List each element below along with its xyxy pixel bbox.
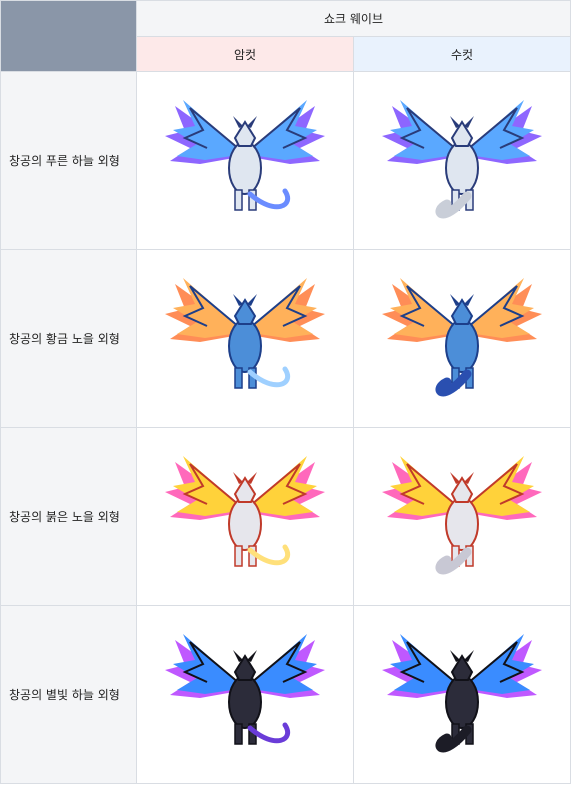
female-skin-cell [136, 249, 354, 428]
skin-table: 쇼크 웨이브 암컷 수컷 창공의 푸른 하늘 외형 창공의 황금 노을 외형 창… [0, 0, 571, 784]
table-row: 창공의 푸른 하늘 외형 [0, 71, 571, 250]
table-body: 창공의 푸른 하늘 외형 창공의 황금 노을 외형 창공의 붉은 노을 외형 창… [0, 71, 571, 784]
blue-sky-dragon-female-icon [165, 99, 325, 211]
female-skin-cell [136, 71, 354, 250]
red-sunset-dragon-male-icon [382, 455, 542, 574]
table-corner [0, 0, 137, 72]
table-row: 창공의 별빛 하늘 외형 [0, 605, 571, 784]
red-sunset-dragon-female-icon [165, 455, 325, 567]
starlight-sky-dragon-female-icon [165, 633, 325, 745]
skin-name-label: 창공의 푸른 하늘 외형 [0, 71, 137, 250]
male-skin-cell [353, 71, 571, 250]
male-skin-cell [353, 249, 571, 428]
skin-name-label: 창공의 황금 노을 외형 [0, 249, 137, 428]
starlight-sky-dragon-male-icon [382, 633, 542, 752]
golden-sunset-dragon-female-icon [165, 277, 325, 389]
male-header: 수컷 [353, 36, 571, 72]
skin-name-label: 창공의 붉은 노을 외형 [0, 427, 137, 606]
female-header: 암컷 [136, 36, 354, 72]
table-row: 창공의 황금 노을 외형 [0, 249, 571, 428]
male-skin-cell [353, 427, 571, 606]
golden-sunset-dragon-male-icon [382, 277, 542, 396]
blue-sky-dragon-male-icon [382, 99, 542, 218]
table-row: 창공의 붉은 노을 외형 [0, 427, 571, 606]
male-skin-cell [353, 605, 571, 784]
skill-header: 쇼크 웨이브 [136, 0, 571, 37]
skin-name-label: 창공의 별빛 하늘 외형 [0, 605, 137, 784]
female-skin-cell [136, 427, 354, 606]
female-skin-cell [136, 605, 354, 784]
